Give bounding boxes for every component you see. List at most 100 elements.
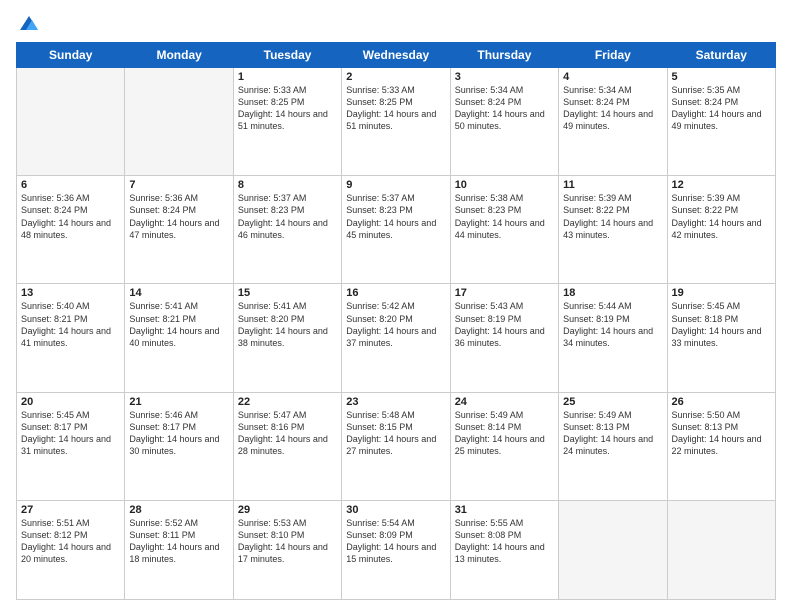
day-number: 5 <box>672 71 771 83</box>
day-info: Sunrise: 5:39 AMSunset: 8:22 PMDaylight:… <box>563 192 662 241</box>
day-number: 20 <box>21 396 120 408</box>
header <box>16 12 776 34</box>
weekday-header-cell: Monday <box>125 43 233 68</box>
calendar-cell <box>559 500 667 599</box>
day-number: 2 <box>346 71 445 83</box>
day-number: 27 <box>21 504 120 516</box>
calendar-cell: 15Sunrise: 5:41 AMSunset: 8:20 PMDayligh… <box>233 284 341 392</box>
day-info: Sunrise: 5:53 AMSunset: 8:10 PMDaylight:… <box>238 517 337 566</box>
day-number: 3 <box>455 71 554 83</box>
calendar-body: 1Sunrise: 5:33 AMSunset: 8:25 PMDaylight… <box>17 68 776 600</box>
day-info: Sunrise: 5:45 AMSunset: 8:18 PMDaylight:… <box>672 300 771 349</box>
day-number: 19 <box>672 287 771 299</box>
calendar-cell: 12Sunrise: 5:39 AMSunset: 8:22 PMDayligh… <box>667 176 775 284</box>
day-number: 30 <box>346 504 445 516</box>
day-info: Sunrise: 5:33 AMSunset: 8:25 PMDaylight:… <box>346 84 445 133</box>
calendar-cell <box>17 68 125 176</box>
day-number: 7 <box>129 179 228 191</box>
day-number: 11 <box>563 179 662 191</box>
day-number: 15 <box>238 287 337 299</box>
calendar-week-row: 20Sunrise: 5:45 AMSunset: 8:17 PMDayligh… <box>17 392 776 500</box>
calendar-cell: 26Sunrise: 5:50 AMSunset: 8:13 PMDayligh… <box>667 392 775 500</box>
day-number: 10 <box>455 179 554 191</box>
day-number: 29 <box>238 504 337 516</box>
calendar-cell: 25Sunrise: 5:49 AMSunset: 8:13 PMDayligh… <box>559 392 667 500</box>
day-number: 28 <box>129 504 228 516</box>
day-info: Sunrise: 5:43 AMSunset: 8:19 PMDaylight:… <box>455 300 554 349</box>
calendar-cell: 3Sunrise: 5:34 AMSunset: 8:24 PMDaylight… <box>450 68 558 176</box>
calendar-cell: 14Sunrise: 5:41 AMSunset: 8:21 PMDayligh… <box>125 284 233 392</box>
day-info: Sunrise: 5:41 AMSunset: 8:21 PMDaylight:… <box>129 300 228 349</box>
calendar-week-row: 27Sunrise: 5:51 AMSunset: 8:12 PMDayligh… <box>17 500 776 599</box>
calendar-cell: 20Sunrise: 5:45 AMSunset: 8:17 PMDayligh… <box>17 392 125 500</box>
day-number: 31 <box>455 504 554 516</box>
day-number: 21 <box>129 396 228 408</box>
day-info: Sunrise: 5:48 AMSunset: 8:15 PMDaylight:… <box>346 409 445 458</box>
day-number: 24 <box>455 396 554 408</box>
day-info: Sunrise: 5:51 AMSunset: 8:12 PMDaylight:… <box>21 517 120 566</box>
calendar-cell: 7Sunrise: 5:36 AMSunset: 8:24 PMDaylight… <box>125 176 233 284</box>
weekday-header-cell: Tuesday <box>233 43 341 68</box>
day-info: Sunrise: 5:42 AMSunset: 8:20 PMDaylight:… <box>346 300 445 349</box>
day-number: 8 <box>238 179 337 191</box>
day-info: Sunrise: 5:36 AMSunset: 8:24 PMDaylight:… <box>129 192 228 241</box>
day-info: Sunrise: 5:37 AMSunset: 8:23 PMDaylight:… <box>346 192 445 241</box>
calendar-cell: 29Sunrise: 5:53 AMSunset: 8:10 PMDayligh… <box>233 500 341 599</box>
day-info: Sunrise: 5:55 AMSunset: 8:08 PMDaylight:… <box>455 517 554 566</box>
logo <box>16 12 40 34</box>
calendar-cell: 18Sunrise: 5:44 AMSunset: 8:19 PMDayligh… <box>559 284 667 392</box>
day-number: 17 <box>455 287 554 299</box>
day-info: Sunrise: 5:46 AMSunset: 8:17 PMDaylight:… <box>129 409 228 458</box>
day-info: Sunrise: 5:35 AMSunset: 8:24 PMDaylight:… <box>672 84 771 133</box>
day-info: Sunrise: 5:38 AMSunset: 8:23 PMDaylight:… <box>455 192 554 241</box>
day-info: Sunrise: 5:50 AMSunset: 8:13 PMDaylight:… <box>672 409 771 458</box>
calendar-cell: 21Sunrise: 5:46 AMSunset: 8:17 PMDayligh… <box>125 392 233 500</box>
calendar-cell: 30Sunrise: 5:54 AMSunset: 8:09 PMDayligh… <box>342 500 450 599</box>
weekday-header-cell: Wednesday <box>342 43 450 68</box>
calendar-cell <box>125 68 233 176</box>
weekday-header-cell: Sunday <box>17 43 125 68</box>
day-number: 12 <box>672 179 771 191</box>
calendar-week-row: 13Sunrise: 5:40 AMSunset: 8:21 PMDayligh… <box>17 284 776 392</box>
calendar-cell: 9Sunrise: 5:37 AMSunset: 8:23 PMDaylight… <box>342 176 450 284</box>
day-info: Sunrise: 5:36 AMSunset: 8:24 PMDaylight:… <box>21 192 120 241</box>
day-number: 6 <box>21 179 120 191</box>
calendar-cell: 19Sunrise: 5:45 AMSunset: 8:18 PMDayligh… <box>667 284 775 392</box>
day-number: 1 <box>238 71 337 83</box>
weekday-header-cell: Thursday <box>450 43 558 68</box>
day-number: 16 <box>346 287 445 299</box>
page: SundayMondayTuesdayWednesdayThursdayFrid… <box>0 0 792 612</box>
calendar-cell <box>667 500 775 599</box>
calendar-cell: 1Sunrise: 5:33 AMSunset: 8:25 PMDaylight… <box>233 68 341 176</box>
day-info: Sunrise: 5:37 AMSunset: 8:23 PMDaylight:… <box>238 192 337 241</box>
calendar-cell: 22Sunrise: 5:47 AMSunset: 8:16 PMDayligh… <box>233 392 341 500</box>
day-number: 23 <box>346 396 445 408</box>
weekday-header-cell: Friday <box>559 43 667 68</box>
calendar-week-row: 1Sunrise: 5:33 AMSunset: 8:25 PMDaylight… <box>17 68 776 176</box>
day-number: 22 <box>238 396 337 408</box>
day-number: 18 <box>563 287 662 299</box>
day-info: Sunrise: 5:39 AMSunset: 8:22 PMDaylight:… <box>672 192 771 241</box>
day-info: Sunrise: 5:52 AMSunset: 8:11 PMDaylight:… <box>129 517 228 566</box>
calendar-cell: 11Sunrise: 5:39 AMSunset: 8:22 PMDayligh… <box>559 176 667 284</box>
calendar-cell: 31Sunrise: 5:55 AMSunset: 8:08 PMDayligh… <box>450 500 558 599</box>
calendar-cell: 28Sunrise: 5:52 AMSunset: 8:11 PMDayligh… <box>125 500 233 599</box>
calendar-table: SundayMondayTuesdayWednesdayThursdayFrid… <box>16 42 776 600</box>
calendar-cell: 6Sunrise: 5:36 AMSunset: 8:24 PMDaylight… <box>17 176 125 284</box>
weekday-header-cell: Saturday <box>667 43 775 68</box>
day-info: Sunrise: 5:33 AMSunset: 8:25 PMDaylight:… <box>238 84 337 133</box>
calendar-cell: 23Sunrise: 5:48 AMSunset: 8:15 PMDayligh… <box>342 392 450 500</box>
day-info: Sunrise: 5:40 AMSunset: 8:21 PMDaylight:… <box>21 300 120 349</box>
logo-icon <box>18 12 40 34</box>
calendar-cell: 8Sunrise: 5:37 AMSunset: 8:23 PMDaylight… <box>233 176 341 284</box>
day-number: 26 <box>672 396 771 408</box>
calendar-cell: 17Sunrise: 5:43 AMSunset: 8:19 PMDayligh… <box>450 284 558 392</box>
day-info: Sunrise: 5:34 AMSunset: 8:24 PMDaylight:… <box>563 84 662 133</box>
day-info: Sunrise: 5:45 AMSunset: 8:17 PMDaylight:… <box>21 409 120 458</box>
day-number: 25 <box>563 396 662 408</box>
calendar-cell: 5Sunrise: 5:35 AMSunset: 8:24 PMDaylight… <box>667 68 775 176</box>
day-number: 9 <box>346 179 445 191</box>
day-info: Sunrise: 5:49 AMSunset: 8:13 PMDaylight:… <box>563 409 662 458</box>
weekday-header-row: SundayMondayTuesdayWednesdayThursdayFrid… <box>17 43 776 68</box>
calendar-cell: 27Sunrise: 5:51 AMSunset: 8:12 PMDayligh… <box>17 500 125 599</box>
